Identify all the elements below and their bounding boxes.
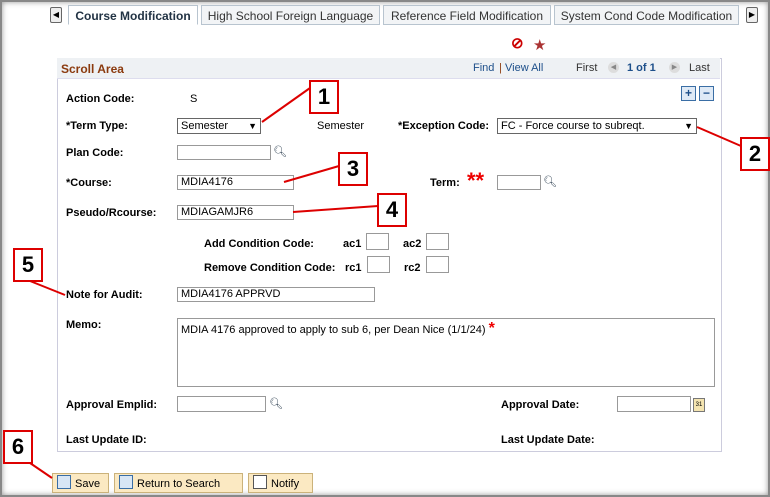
callout-3: 3 bbox=[338, 152, 368, 186]
callout-lines bbox=[0, 0, 770, 497]
callout-line-6 bbox=[30, 463, 52, 478]
callout-2: 2 bbox=[740, 137, 770, 171]
callout-4: 4 bbox=[377, 193, 407, 227]
callout-line-2 bbox=[697, 127, 741, 146]
callout-5: 5 bbox=[13, 248, 43, 282]
callout-line-5 bbox=[30, 281, 65, 295]
callout-1: 1 bbox=[309, 80, 339, 114]
callout-6: 6 bbox=[3, 430, 33, 464]
callout-line-3 bbox=[284, 166, 339, 182]
callout-line-4 bbox=[293, 206, 378, 212]
callout-line-1 bbox=[262, 88, 310, 122]
